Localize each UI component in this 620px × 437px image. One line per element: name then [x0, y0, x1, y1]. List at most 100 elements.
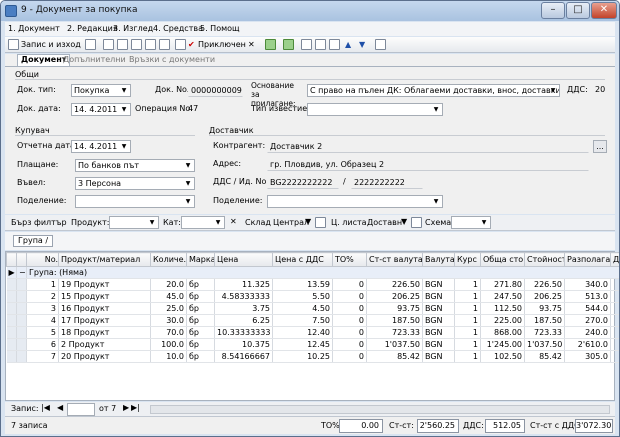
table-cell[interactable] [610, 302, 619, 315]
supplier-division-select[interactable]: ▼ [267, 195, 443, 208]
table-cell[interactable]: 247.50 [480, 290, 525, 303]
table-cell[interactable]: 0 [332, 278, 367, 291]
cut-icon[interactable] [103, 39, 114, 50]
table-cell[interactable]: 206.25 [366, 290, 423, 303]
table-cell[interactable]: 6.25 [214, 314, 273, 327]
table-cell[interactable]: 7 [26, 350, 59, 363]
table-cell[interactable]: 10.33333333 [214, 326, 273, 339]
table-cell[interactable]: BGN [422, 278, 455, 291]
table-cell[interactable] [610, 326, 619, 339]
row-selector[interactable] [6, 350, 17, 363]
table-row[interactable]: 7 20 Продукт 10.0 бр 8.54166667 10.25 0 85.42 BG… [6, 350, 619, 363]
clear-filter-icon[interactable]: ✕ [230, 217, 237, 226]
table-cell[interactable] [610, 314, 619, 327]
table-cell[interactable] [610, 338, 619, 351]
table-cell[interactable]: 305.0 [564, 350, 611, 363]
basis-select[interactable]: С право на пълен ДК: Облагаеми доставки,… [307, 84, 560, 97]
paste-icon[interactable] [131, 39, 142, 50]
table-cell[interactable]: 2 Продукт [58, 338, 151, 351]
table-cell[interactable]: 30.0 [150, 314, 187, 327]
minimize-button[interactable]: – [541, 2, 565, 19]
table-cell[interactable]: 93.75 [524, 302, 565, 315]
table-cell[interactable]: 868.00 [480, 326, 525, 339]
table-cell[interactable]: BGN [422, 314, 455, 327]
column-header[interactable]: ДД [610, 252, 619, 267]
refresh-icon[interactable] [283, 39, 294, 50]
table-cell[interactable]: 100.0 [150, 338, 187, 351]
column-header[interactable]: Цена с ДДС [272, 252, 333, 267]
table-cell[interactable]: 270.0 [564, 314, 611, 327]
tab-doc-links[interactable]: Връзки с документи [129, 55, 215, 64]
table-row[interactable]: 62 Продукт 100.0 бр 10.375 12.45 0 1'037.50 BGN… [6, 338, 619, 351]
group-chip[interactable]: Група / [13, 235, 54, 247]
entered-by-select[interactable]: 3 Персона ▼ [75, 177, 195, 190]
table-cell[interactable]: 206.25 [524, 290, 565, 303]
table-cell[interactable]: 112.50 [480, 302, 525, 315]
table-cell[interactable]: 25.0 [150, 302, 187, 315]
doc2-icon[interactable] [329, 39, 340, 50]
table-cell[interactable]: 1 [454, 302, 481, 315]
table-cell[interactable]: 544.0 [564, 302, 611, 315]
table-cell[interactable]: 4 [26, 314, 59, 327]
table-cell[interactable]: бр [186, 314, 215, 327]
table-cell[interactable]: BGN [422, 350, 455, 363]
table-cell[interactable]: 15 Продукт [58, 290, 151, 303]
table-cell[interactable]: BGN [422, 302, 455, 315]
tab-additional[interactable]: Допълнителни [63, 55, 126, 64]
table-cell[interactable]: 4.58333333 [214, 290, 273, 303]
table-cell[interactable]: 0 [332, 338, 367, 351]
menu-tools[interactable]: 4. Средства [153, 24, 203, 33]
table-cell[interactable]: 16 Продукт [58, 302, 151, 315]
menu-edit[interactable]: 2. Редакция [67, 24, 118, 33]
table-cell[interactable]: 0 [332, 314, 367, 327]
table-cell[interactable]: BGN [422, 338, 455, 351]
table-cell[interactable]: 0 [332, 302, 367, 315]
table-cell[interactable]: 5 [26, 326, 59, 339]
table-row[interactable]: 3 16 Продукт 25.0 бр 3.75 4.50 0 93.75 BGN 1 112.5… [6, 302, 619, 315]
pricelist-icon[interactable] [411, 217, 422, 228]
doc-type-select[interactable]: Покупка ▼ [71, 84, 131, 97]
menu-document[interactable]: 1. Документ [8, 24, 60, 33]
posted-button[interactable]: Приключен [198, 38, 246, 51]
table-cell[interactable]: 45.0 [150, 290, 187, 303]
product-filter-input[interactable]: ▼ [109, 216, 159, 229]
table-cell[interactable]: 10.375 [214, 338, 273, 351]
table-cell[interactable]: 20 Продукт [58, 350, 151, 363]
table-cell[interactable] [610, 350, 619, 363]
scheme-select[interactable]: ▼ [451, 216, 491, 229]
copy-icon[interactable] [117, 39, 128, 50]
table-cell[interactable]: 17 Продукт [58, 314, 151, 327]
column-header[interactable]: Стойност [524, 252, 565, 267]
table-cell[interactable]: бр [186, 350, 215, 363]
table-cell[interactable]: 1'037.50 [524, 338, 565, 351]
table-cell[interactable]: 1 [454, 350, 481, 363]
arrow-up-icon[interactable]: ▲ [345, 38, 351, 51]
table-cell[interactable]: 1 [26, 278, 59, 291]
table-cell[interactable]: 3.75 [214, 302, 273, 315]
table-cell[interactable]: 226.50 [366, 278, 423, 291]
menu-view[interactable]: 3. Изглед [113, 24, 153, 33]
table-cell[interactable]: 6 [26, 338, 59, 351]
table-cell[interactable]: 271.80 [480, 278, 525, 291]
table-row[interactable]: 2 15 Продукт 45.0 бр 4.58333333 5.50 0 206.25 BG… [6, 290, 619, 303]
doc-date-field[interactable]: 14. 4.2011 ▼ [71, 103, 131, 116]
table-cell[interactable]: 0 [332, 290, 367, 303]
collapse-icon[interactable]: − [16, 266, 27, 279]
table-cell[interactable]: 8.54166667 [214, 350, 273, 363]
table-cell[interactable]: 70.0 [150, 326, 187, 339]
close-button[interactable]: ✕ [591, 2, 617, 19]
price-list-select[interactable]: Доставн [367, 218, 402, 227]
table-cell[interactable]: 18 Продукт [58, 326, 151, 339]
table-cell[interactable]: 12.45 [272, 338, 333, 351]
table-cell[interactable]: 1 [454, 290, 481, 303]
warehouse-select[interactable]: Централ [273, 218, 309, 227]
table-cell[interactable]: 10.25 [272, 350, 333, 363]
doc-icon[interactable] [315, 39, 326, 50]
table-cell[interactable]: 1 [454, 278, 481, 291]
table-cell[interactable]: 11.325 [214, 278, 273, 291]
table-cell[interactable]: 0 [332, 326, 367, 339]
prev-record-button[interactable]: ◀ [57, 403, 63, 412]
column-header[interactable]: Ст-ст валута [366, 252, 423, 267]
table-cell[interactable] [610, 290, 619, 303]
row-selector[interactable] [6, 326, 17, 339]
